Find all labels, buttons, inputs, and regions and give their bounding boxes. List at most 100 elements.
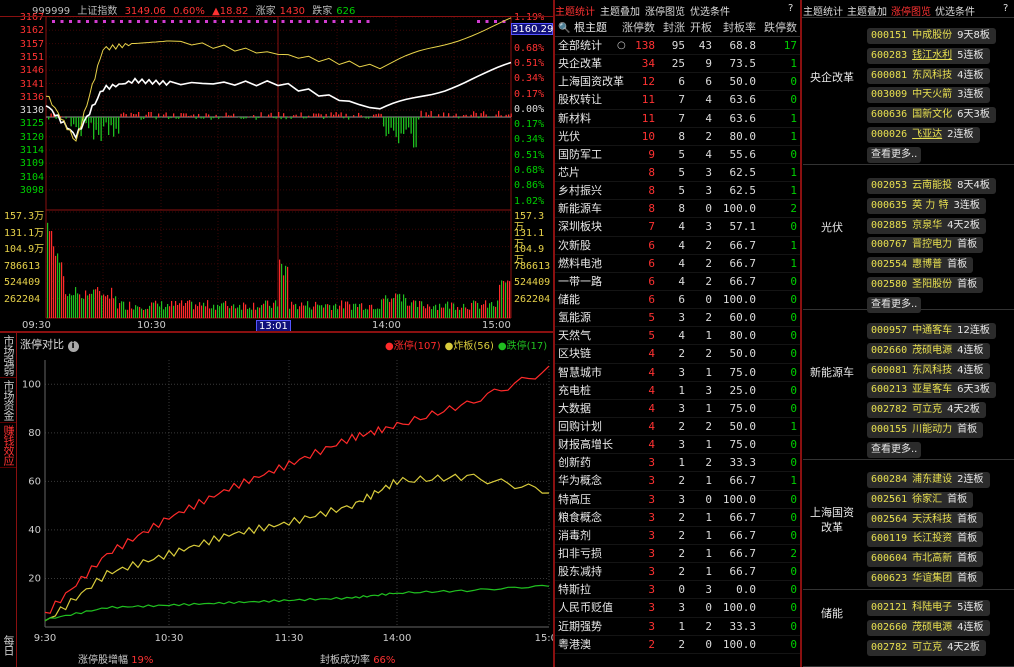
legend-item: ●炸板(56) [445, 341, 494, 352]
tab-theme-overlay[interactable]: 主题叠加 [600, 7, 640, 18]
view-more-button[interactable]: 查看更多.. [867, 146, 922, 163]
stock-chip[interactable]: 000026 飞亚达 2连板 [867, 127, 980, 143]
volume-bar [173, 305, 175, 318]
vtab-money-effect[interactable]: 赚钱效应 [0, 423, 16, 468]
table-row[interactable]: 创新药 3 1 2 33.3 0 [555, 454, 800, 473]
table-row[interactable]: 新能源车 8 8 0 100.0 2 [555, 200, 800, 219]
stock-chip[interactable]: 002660 茂硕电源 4连板 [867, 342, 990, 359]
table-row[interactable]: 区块链 4 2 2 50.0 0 [555, 345, 800, 364]
stock-chip[interactable]: 600604 市北高新 首板 [867, 551, 984, 568]
stock-chip[interactable]: 000151 中成股份 9天8板 [867, 28, 996, 44]
table-row[interactable]: 燃料电池 6 4 2 66.7 1 [555, 255, 800, 273]
seal-rate: 80.0 [729, 329, 757, 343]
stock-chip[interactable]: 600119 长江投资 首板 [867, 531, 984, 548]
stock-chip[interactable]: 003009 中天火箭 3连板 [867, 87, 990, 104]
table-row[interactable]: 扣非亏损 3 2 1 66.7 2 [555, 545, 800, 564]
table-row[interactable]: 天然气 5 4 1 80.0 0 [555, 327, 800, 346]
intraday-chart[interactable] [0, 0, 555, 334]
stock-chip[interactable]: 000957 中通客车 12连板 [867, 323, 996, 339]
stock-chip[interactable]: 002580 圣阳股份 首板 [867, 277, 984, 293]
col-seal-rate[interactable]: 封板率 [712, 19, 756, 37]
stock-chip[interactable]: 000767 晋控电力 首板 [867, 237, 984, 254]
table-row[interactable]: 国防军工 9 5 4 55.6 0 [555, 146, 800, 164]
stock-chip[interactable]: 002561 徐家汇 首板 [867, 491, 974, 508]
volume-bar [117, 308, 119, 318]
stock-code: 600213 [871, 384, 908, 396]
table-row[interactable]: 深圳板块 7 4 3 57.1 0 [555, 218, 800, 237]
theme-help-icon[interactable]: ? [788, 3, 793, 14]
stock-chip[interactable]: 002564 天沃科技 首板 [867, 511, 984, 528]
stock-chip[interactable]: 000635 英 力 特 3连板 [867, 197, 986, 214]
stock-chip[interactable]: 002554 惠博普 首板 [867, 257, 974, 274]
table-row[interactable]: 新材料 11 7 4 63.6 1 [555, 110, 800, 128]
flow-bar [160, 117, 162, 118]
stock-chip[interactable]: 600213 亚星客车 6天3板 [867, 382, 996, 399]
volume-bar [231, 305, 233, 318]
tab-preferred[interactable]: 优选条件 [690, 7, 730, 18]
table-row[interactable]: 粤港澳 2 2 0 100.0 0 [555, 636, 800, 654]
info-icon[interactable]: i [67, 341, 79, 352]
table-row[interactable]: 特斯拉 3 0 3 0.0 0 [555, 581, 800, 600]
table-row[interactable]: 氢能源 5 3 2 60.0 0 [555, 309, 800, 328]
flow-bar [508, 114, 510, 117]
table-row[interactable]: 上海国资改革 12 6 6 50.0 0 [555, 73, 800, 92]
stock-chip[interactable]: 002782 可立克 4天2板 [867, 402, 986, 419]
table-row[interactable]: 近期强势 3 1 2 33.3 0 [555, 618, 800, 636]
table-row[interactable]: 一带一路 6 4 2 66.7 0 [555, 273, 800, 291]
vtab-daily[interactable]: 每日 [0, 633, 16, 657]
flow-bar [88, 117, 90, 129]
stock-chip[interactable]: 600623 华谊集团 首板 [867, 571, 984, 587]
col-limitdown[interactable]: 跌停数 [757, 19, 797, 37]
table-row[interactable]: 人民币贬值 3 3 0 100.0 0 [555, 599, 800, 618]
right-help-icon[interactable]: ? [1003, 3, 1008, 14]
table-row[interactable]: 粮食概念 3 2 1 66.7 0 [555, 509, 800, 527]
sealed-count: 6 [678, 75, 685, 89]
stock-chip[interactable]: 002885 京泉华 4天2板 [867, 217, 986, 234]
view-more-button[interactable]: 查看更多.. [867, 441, 922, 458]
flow-bar [413, 117, 415, 148]
table-row[interactable]: 智慧城市 4 3 1 75.0 0 [555, 364, 800, 382]
stock-chip[interactable]: 000155 川能动力 首板 [867, 422, 984, 438]
stock-chip[interactable]: 002782 可立克 4天2板 [867, 639, 986, 656]
col-opened[interactable]: 开板 [682, 19, 712, 37]
col-sealed[interactable]: 封涨 [655, 19, 685, 37]
table-row[interactable]: 大数据 4 3 1 75.0 0 [555, 400, 800, 418]
col-limitup[interactable]: 涨停数 [619, 19, 655, 37]
table-row[interactable]: 回购计划 4 2 2 50.0 1 [555, 418, 800, 437]
table-row[interactable]: 次新股 6 4 2 66.7 1 [555, 237, 800, 255]
stock-chip[interactable]: 600081 东风科技 4连板 [867, 67, 990, 84]
table-row[interactable]: 股东减持 3 2 1 66.7 0 [555, 563, 800, 582]
volume-bar [101, 295, 103, 318]
stock-chip[interactable]: 600636 国新文化 6天3板 [867, 107, 996, 124]
limitup-count: 6 [648, 256, 655, 270]
table-row[interactable]: 光伏 10 8 2 80.0 1 [555, 128, 800, 146]
table-row[interactable]: 充电桩 4 1 3 25.0 0 [555, 382, 800, 400]
stock-chip[interactable]: 002660 茂硕电源 4连板 [867, 619, 990, 636]
table-row[interactable]: 全部统计 138 95 43 68.8 17 ○ [555, 37, 800, 56]
vtab-market-strength[interactable]: 市场强弱 [0, 333, 16, 378]
table-row[interactable]: 特高压 3 3 0 100.0 0 [555, 491, 800, 509]
stock-chip[interactable]: 600081 东风科技 4连板 [867, 362, 990, 379]
table-row[interactable]: 消毒剂 3 2 1 66.7 0 [555, 527, 800, 545]
stock-chip[interactable]: 002121 科陆电子 5连板 [867, 600, 990, 616]
volume-bar [125, 309, 127, 318]
volume-bar [135, 305, 137, 318]
circle-icon[interactable]: ○ [617, 37, 626, 55]
stock-chip[interactable]: 002053 云南能投 8天4板 [867, 178, 996, 194]
view-more-button[interactable]: 查看更多.. [867, 296, 922, 313]
table-row[interactable]: 央企改革 34 25 9 73.5 1 [555, 55, 800, 74]
tab-theme-stats[interactable]: 主题统计 [555, 7, 595, 18]
table-row[interactable]: 财报高增长 4 3 1 75.0 0 [555, 436, 800, 455]
table-row[interactable]: 乡村振兴 8 5 3 62.5 1 [555, 182, 800, 201]
table-row[interactable]: 芯片 8 5 3 62.5 1 [555, 164, 800, 183]
table-row[interactable]: 储能 6 6 0 100.0 0 [555, 291, 800, 310]
vtab-market-funds[interactable]: 市场资金 [0, 378, 16, 423]
tab-limitup-map[interactable]: 涨停图览 [645, 7, 685, 18]
table-row[interactable]: 华为概念 3 2 1 66.7 1 [555, 472, 800, 491]
stock-chip[interactable]: 600283 钱江水利 5连板 [867, 47, 990, 64]
col-root-theme[interactable]: 🔍 根主题 [558, 19, 607, 38]
flow-bar [55, 117, 57, 119]
volume-bar [251, 309, 253, 318]
stock-chip[interactable]: 600284 浦东建设 2连板 [867, 472, 990, 488]
table-row[interactable]: 股权转让 11 7 4 63.6 0 [555, 91, 800, 110]
